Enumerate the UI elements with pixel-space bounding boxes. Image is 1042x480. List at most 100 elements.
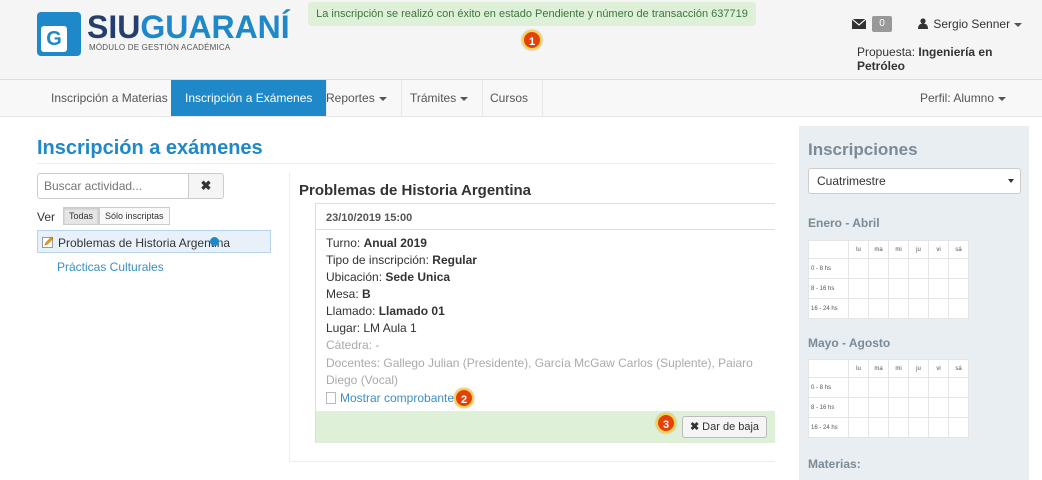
- schedule-row: 16 - 24 hs: [808, 298, 969, 319]
- siu-guarani-logo[interactable]: G SIUGUARANÍ MÓDULO DE GESTIÓN ACADÉMICA: [37, 9, 290, 62]
- slot-label: 0 - 8 hs: [808, 377, 849, 398]
- day-header: mi: [888, 240, 909, 259]
- periodo-select-value: Cuatrimestre: [817, 174, 886, 188]
- schedule-row: 8 - 16 hs: [808, 278, 969, 299]
- schedule-row: 0 - 8 hs: [808, 377, 969, 398]
- success-alert: La inscripción se realizó con éxito en e…: [308, 2, 756, 26]
- status-dot-icon: [210, 237, 219, 246]
- exam-turno: Turno: Anual 2019: [326, 236, 427, 250]
- tipo-value: Regular: [432, 253, 477, 267]
- logo-title-siu: SIU: [87, 9, 141, 45]
- nav-inscripcion-materias[interactable]: Inscripción a Materias: [37, 80, 183, 116]
- baja-label: Dar de baja: [702, 421, 760, 433]
- period-mayo-agosto: Mayo - Agosto: [808, 336, 891, 350]
- exam-date: 23/10/2019 15:00: [326, 212, 413, 224]
- message-count-badge[interactable]: 0: [872, 16, 892, 32]
- ubicacion-label: Ubicación:: [326, 270, 383, 284]
- llamado-label: Llamado:: [326, 304, 376, 318]
- schedule-header-row: lu ma mi ju vi sá: [808, 359, 969, 378]
- comprobante-label: Mostrar comprobante: [340, 391, 455, 405]
- logo-subtitle: MÓDULO DE GESTIÓN ACADÉMICA: [89, 43, 231, 52]
- periodo-select[interactable]: Cuatrimestre: [808, 168, 1021, 194]
- chevron-down-icon: [378, 96, 387, 101]
- mesa-label: Mesa:: [326, 287, 359, 301]
- exam-ubicacion: Ubicación: Sede Unica: [326, 270, 450, 284]
- filter-todas-button[interactable]: Todas: [63, 207, 100, 225]
- search-activity-input[interactable]: [37, 173, 189, 199]
- exam-mesa: Mesa: B: [326, 287, 371, 301]
- propuesta-label: Propuesta:: [857, 45, 916, 59]
- propuesta: Propuesta: Ingeniería en Petróleo: [857, 45, 1042, 73]
- day-header: ma: [868, 359, 889, 378]
- dar-de-baja-button[interactable]: ✖ Dar de baja: [682, 416, 767, 438]
- sidebar-title: Inscripciones: [808, 140, 918, 159]
- nav-reportes[interactable]: Reportes: [312, 80, 402, 116]
- schedule-header-row: lu ma mi ju vi sá: [808, 240, 969, 259]
- envelope-icon[interactable]: [852, 19, 866, 29]
- exam-llamado: Llamado: Llamado 01: [326, 304, 445, 318]
- perfil-menu[interactable]: Perfil: Alumno: [920, 80, 1007, 116]
- slot-label: 8 - 16 hs: [808, 278, 849, 299]
- exam-lugar: Lugar: LM Aula 1: [326, 321, 417, 335]
- exam-tipo: Tipo de inscripción: Regular: [326, 253, 477, 267]
- chevron-down-icon: [998, 96, 1007, 101]
- header: G SIUGUARANÍ MÓDULO DE GESTIÓN ACADÉMICA…: [0, 0, 1042, 80]
- schedule-row: 0 - 8 hs: [808, 258, 969, 279]
- logo-title: SIUGUARANÍ: [87, 9, 290, 46]
- chevron-down-icon: [1008, 179, 1014, 183]
- ver-label: Ver: [37, 210, 56, 224]
- activity-item-selected[interactable]: Problemas de Historia Argentina: [37, 230, 271, 253]
- period-enero-abril: Enero - Abril: [808, 216, 880, 230]
- document-icon: [326, 392, 336, 404]
- day-header: sá: [948, 240, 969, 259]
- ubicacion-value: Sede Unica: [385, 270, 451, 284]
- annotation-marker-3: 3: [656, 413, 676, 433]
- slot-label: 0 - 8 hs: [808, 258, 849, 279]
- llamado-value: Llamado 01: [378, 304, 445, 318]
- card-divider: [316, 229, 775, 230]
- logo-title-guarani: GUARANÍ: [140, 9, 290, 45]
- exam-catedra: Cátedra: -: [326, 338, 380, 352]
- nav-tramites-label: Trámites: [410, 91, 457, 105]
- nav-inscripcion-examenes[interactable]: Inscripción a Exámenes: [171, 80, 328, 116]
- activity-item-link[interactable]: Prácticas Culturales: [57, 260, 164, 274]
- clear-search-button[interactable]: ✖: [188, 173, 224, 199]
- day-header: vi: [928, 240, 949, 259]
- mesa-value: B: [362, 287, 371, 301]
- filter-solo-inscriptas-button[interactable]: Sólo inscriptas: [99, 207, 170, 225]
- tipo-label: Tipo de inscripción:: [326, 253, 429, 267]
- slot-label: 8 - 16 hs: [808, 397, 849, 418]
- user-menu[interactable]: Sergio Senner: [918, 17, 1023, 31]
- mostrar-comprobante-link[interactable]: Mostrar comprobante: [326, 391, 454, 405]
- schedule-corner: [808, 240, 849, 259]
- annotation-marker-2: 2: [454, 388, 474, 408]
- day-header: lu: [848, 359, 869, 378]
- day-header: ma: [868, 240, 889, 259]
- user-name: Sergio Senner: [933, 17, 1011, 31]
- slot-label: 16 - 24 hs: [808, 298, 849, 319]
- day-header: mi: [888, 359, 909, 378]
- nav-reportes-label: Reportes: [326, 91, 375, 105]
- schedule-table-mayo-agosto: lu ma mi ju vi sá 0 - 8 hs 8 - 16 hs 16 …: [808, 359, 969, 438]
- schedule-row: 16 - 24 hs: [808, 417, 969, 438]
- nav-cursos[interactable]: Cursos: [476, 80, 544, 116]
- activity-name: Problemas de Historia Argentina: [58, 236, 231, 250]
- day-header: ju: [908, 359, 929, 378]
- turno-label: Turno:: [326, 236, 361, 250]
- page-title: Inscripción a exámenes: [37, 137, 263, 159]
- day-header: ju: [908, 240, 929, 259]
- close-icon: ✖: [689, 421, 700, 433]
- exam-panel-title: Problemas de Historia Argentina: [299, 182, 532, 199]
- chevron-down-icon: [460, 96, 469, 101]
- user-icon: [918, 18, 928, 29]
- annotation-marker-1: 1: [522, 30, 542, 50]
- day-header: lu: [848, 240, 869, 259]
- pencil-icon: [42, 236, 54, 248]
- schedule-row: 8 - 16 hs: [808, 397, 969, 418]
- main-nav: Inscripción a Materias Inscripción a Exá…: [0, 80, 1042, 117]
- materias-label: Materias:: [808, 457, 861, 471]
- slot-label: 16 - 24 hs: [808, 417, 849, 438]
- nav-tramites[interactable]: Trámites: [396, 80, 484, 116]
- perfil-label: Perfil: Alumno: [920, 91, 995, 105]
- title-divider: [37, 163, 775, 164]
